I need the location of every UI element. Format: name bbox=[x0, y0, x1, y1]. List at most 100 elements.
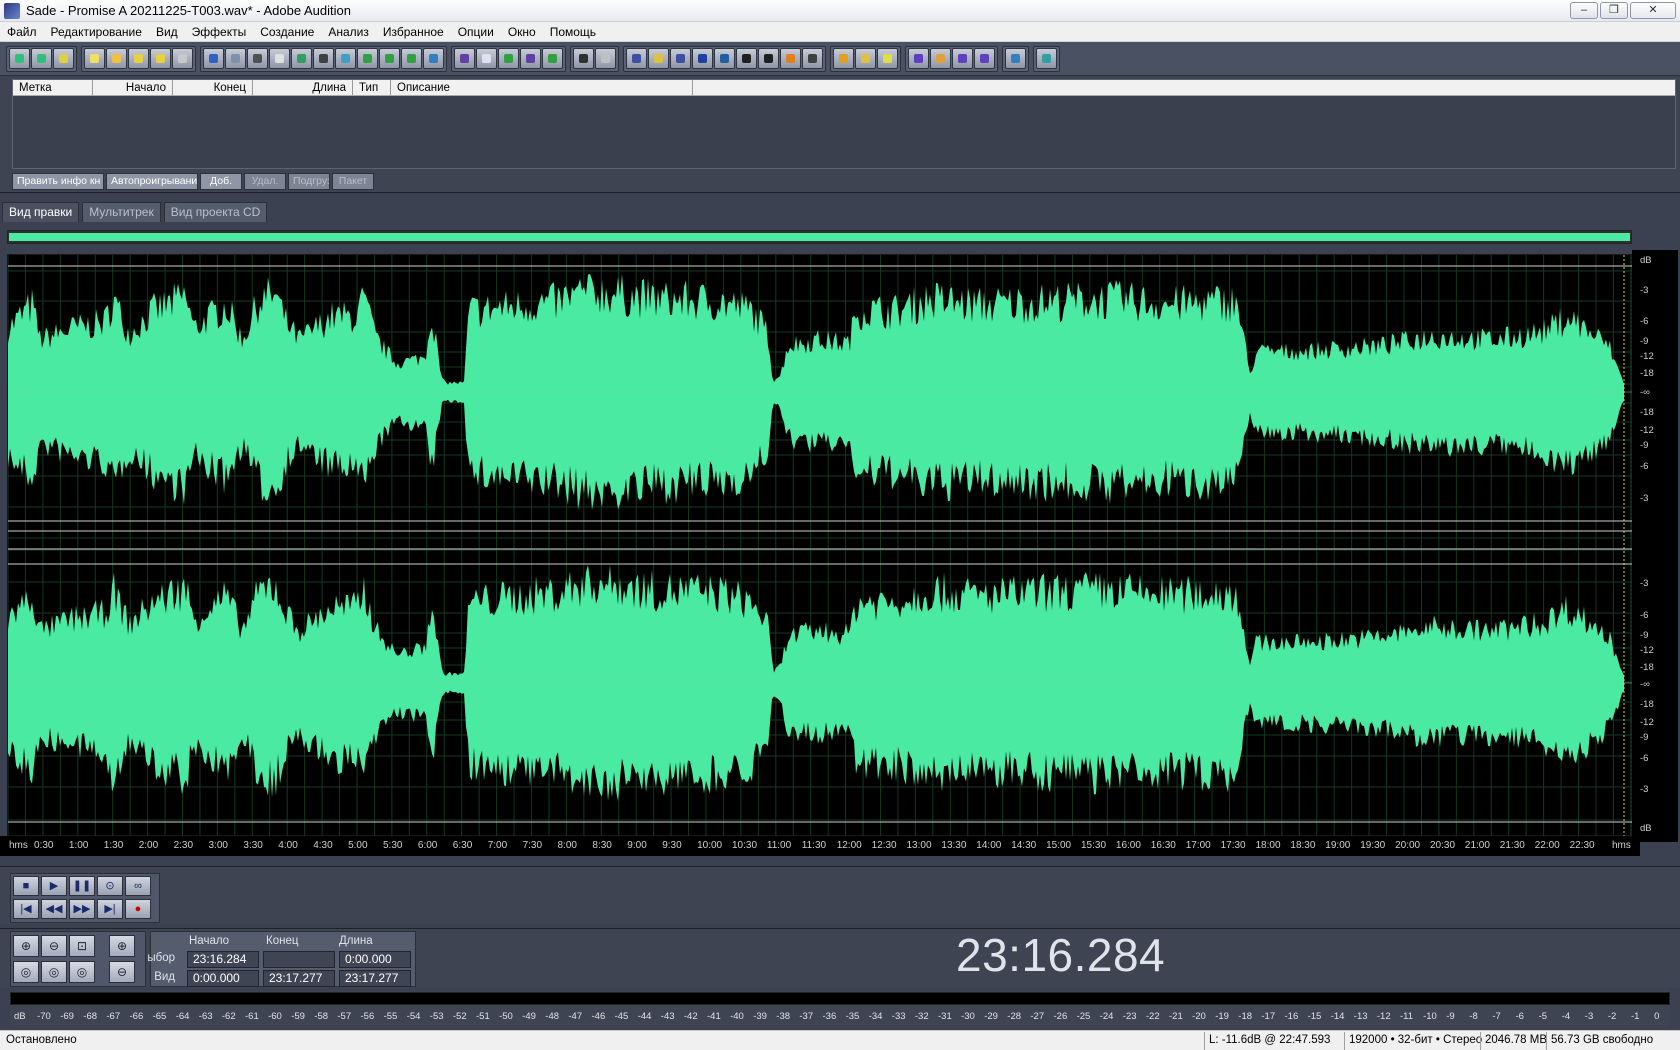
selection-start-field[interactable]: 23:16.284 bbox=[187, 951, 259, 968]
menu-help[interactable]: Помощь bbox=[543, 22, 603, 42]
menu-favorites[interactable]: Избранное bbox=[376, 22, 451, 42]
zoom-full-icon[interactable]: ⊡ bbox=[69, 935, 95, 957]
menu-edit[interactable]: Редактирование bbox=[44, 22, 149, 42]
scripts-icon[interactable] bbox=[855, 48, 876, 69]
waveform-icon[interactable] bbox=[476, 48, 497, 69]
menu-window[interactable]: Окно bbox=[501, 22, 543, 42]
play-button[interactable]: ▶ bbox=[41, 876, 67, 896]
crop-icon[interactable] bbox=[357, 48, 378, 69]
cue-list[interactable]: Метка Начало Конец Длина Тип Описание bbox=[12, 79, 1676, 169]
col-description[interactable]: Описание bbox=[391, 80, 693, 95]
selection-length-field[interactable]: 0:00.000 bbox=[339, 951, 411, 968]
go-to-start-button[interactable]: |◀ bbox=[13, 899, 39, 919]
overview-bar[interactable] bbox=[7, 230, 1632, 244]
rewind-button[interactable]: ◀◀ bbox=[41, 899, 67, 919]
mix-icon[interactable] bbox=[498, 48, 519, 69]
waveform-display[interactable] bbox=[7, 254, 1633, 837]
fast-forward-button[interactable]: ▶▶ bbox=[69, 899, 95, 919]
load-cue-button[interactable]: Подгруз bbox=[288, 173, 330, 190]
menu-view[interactable]: Вид bbox=[149, 22, 185, 42]
selection-end-field[interactable] bbox=[263, 951, 335, 968]
favorites-panel-icon[interactable] bbox=[670, 48, 691, 69]
view-start-field[interactable]: 0:00.000 bbox=[187, 970, 259, 987]
maximize-button[interactable]: ❐ bbox=[1600, 2, 1628, 19]
close-button[interactable]: ✕ bbox=[1630, 2, 1676, 19]
waveform-svg[interactable] bbox=[8, 255, 1633, 837]
tab-cd-project[interactable]: Вид проекта CD bbox=[163, 202, 268, 222]
paste-icon[interactable] bbox=[291, 48, 312, 69]
save-as-icon[interactable] bbox=[150, 48, 171, 69]
fade-icon[interactable] bbox=[952, 48, 973, 69]
spectral-icon[interactable] bbox=[454, 48, 475, 69]
overview-range[interactable] bbox=[9, 233, 1630, 241]
timeline-ruler[interactable]: hms 0:30 1:00 1:30 2:00 2:30 3:00 3:30 4:00 4:30 5… bbox=[0, 836, 1640, 856]
delete-cue-button[interactable]: Удал. bbox=[244, 173, 286, 190]
col-start[interactable]: Начало bbox=[93, 80, 173, 95]
tab-multitrack[interactable]: Мультитрек bbox=[82, 202, 161, 222]
col-label[interactable]: Метка bbox=[13, 80, 93, 95]
add-cue-button[interactable]: Доб. bbox=[200, 173, 242, 190]
pause-button[interactable]: ❚❚ bbox=[69, 876, 95, 896]
files-panel-icon[interactable] bbox=[626, 48, 647, 69]
edit-view-icon[interactable] bbox=[9, 48, 30, 69]
menu-effects[interactable]: Эффекты bbox=[185, 22, 254, 42]
convert-icon[interactable] bbox=[401, 48, 422, 69]
stop-button[interactable]: ■ bbox=[13, 876, 39, 896]
edit-cue-info-button[interactable]: Править инфо кн bbox=[12, 173, 104, 190]
time-selection-icon[interactable] bbox=[573, 48, 594, 69]
trim-icon[interactable] bbox=[313, 48, 334, 69]
open-file-icon[interactable] bbox=[106, 48, 127, 69]
go-to-end-button[interactable]: ▶| bbox=[97, 899, 123, 919]
frequency-icon[interactable] bbox=[542, 48, 563, 69]
col-type[interactable]: Тип bbox=[353, 80, 391, 95]
zoom-left-icon[interactable]: ◎ bbox=[41, 961, 67, 983]
menu-options[interactable]: Опции bbox=[451, 22, 501, 42]
undo-icon[interactable] bbox=[203, 48, 224, 69]
help-icon[interactable] bbox=[877, 48, 898, 69]
loop-button[interactable]: ∞ bbox=[125, 876, 151, 896]
transport-panel-icon[interactable] bbox=[692, 48, 713, 69]
settings-icon[interactable] bbox=[833, 48, 854, 69]
menu-file[interactable]: Файл bbox=[0, 22, 44, 42]
redo-icon[interactable] bbox=[225, 48, 246, 69]
zoom-in-icon[interactable]: ⊕ bbox=[13, 935, 39, 957]
envelope-icon[interactable] bbox=[974, 48, 995, 69]
meter-panel-icon[interactable] bbox=[780, 48, 801, 69]
analysis-icon[interactable] bbox=[1005, 48, 1026, 69]
zoom-out-vertical-icon[interactable]: ⊖ bbox=[109, 961, 135, 983]
batch-button[interactable]: Пакет bbox=[332, 173, 374, 190]
zoom-to-selection-icon[interactable]: ◎ bbox=[13, 961, 39, 983]
zoom-in-vertical-icon[interactable]: ⊕ bbox=[109, 935, 135, 957]
zoom-right-icon[interactable]: ◎ bbox=[69, 961, 95, 983]
selection-panel-icon[interactable] bbox=[758, 48, 779, 69]
marquee-icon[interactable] bbox=[595, 48, 616, 69]
cut-icon[interactable] bbox=[247, 48, 268, 69]
autoplay-button[interactable]: Автопроигрывани bbox=[106, 173, 198, 190]
status-bar-icon[interactable] bbox=[802, 48, 823, 69]
normalize-icon[interactable] bbox=[930, 48, 951, 69]
multitrack-view-icon[interactable] bbox=[31, 48, 52, 69]
amplify-icon[interactable] bbox=[908, 48, 929, 69]
clip-icon[interactable] bbox=[379, 48, 400, 69]
record-button[interactable]: ● bbox=[125, 899, 151, 919]
col-end[interactable]: Конец bbox=[173, 80, 253, 95]
view-length-field[interactable]: 23:17.277 bbox=[339, 970, 411, 987]
effects-panel-icon[interactable] bbox=[648, 48, 669, 69]
menu-generate[interactable]: Создание bbox=[253, 22, 321, 42]
cd-view-icon[interactable] bbox=[53, 48, 74, 69]
zoom-out-icon[interactable]: ⊖ bbox=[41, 935, 67, 957]
view-end-field[interactable]: 23:17.277 bbox=[263, 970, 335, 987]
play-to-end-button[interactable]: ⊙ bbox=[97, 876, 123, 896]
col-length[interactable]: Длина bbox=[253, 80, 353, 95]
minimize-button[interactable]: – bbox=[1570, 2, 1598, 19]
channel-icon[interactable] bbox=[520, 48, 541, 69]
mix-paste-icon[interactable] bbox=[335, 48, 356, 69]
save-icon[interactable] bbox=[128, 48, 149, 69]
zoom-panel-icon[interactable] bbox=[714, 48, 735, 69]
time-panel-icon[interactable] bbox=[736, 48, 757, 69]
copy-icon[interactable] bbox=[269, 48, 290, 69]
frequency-analysis-icon[interactable] bbox=[1036, 48, 1057, 69]
new-file-icon[interactable] bbox=[84, 48, 105, 69]
menu-analyze[interactable]: Анализ bbox=[321, 22, 376, 42]
tab-edit-view[interactable]: Вид правки bbox=[2, 202, 80, 222]
